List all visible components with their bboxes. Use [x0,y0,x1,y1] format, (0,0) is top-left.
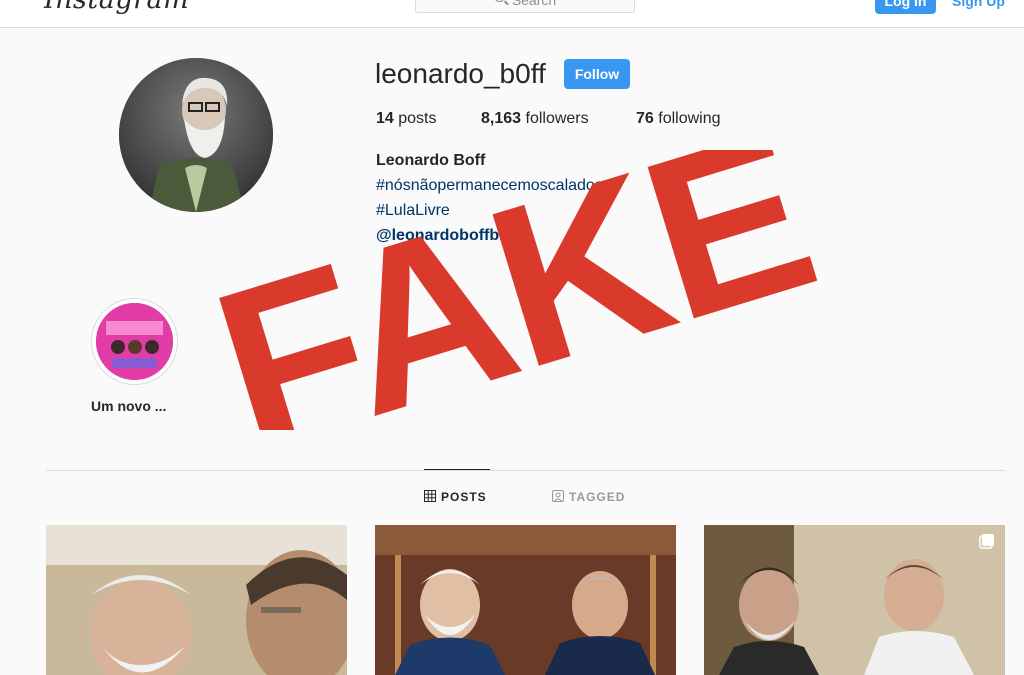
search-icon [493,0,505,2]
following-label: following [658,110,721,127]
photo-icon [704,525,1005,675]
followers-label: followers [525,110,589,127]
search-placeholder: Search [511,0,557,8]
highlight-cover-image [96,303,173,380]
post-thumbnail[interactable] [46,525,347,675]
story-highlight[interactable] [91,298,178,385]
fake-stamp-overlay: FAKE [188,80,838,500]
followers-stat[interactable]: 8,163 followers [481,110,589,128]
post-thumbnail[interactable] [704,525,1005,675]
grid-icon [424,490,436,505]
tab-posts[interactable]: POSTS [424,490,487,505]
posts-label: posts [398,110,437,127]
multiple-photos-icon [979,533,995,554]
highlight-cover [96,303,173,380]
posts-count: 14 [376,110,394,127]
fake-stamp: FAKE [190,80,836,500]
posts-stat: 14 posts [376,110,437,128]
tab-tagged[interactable]: TAGGED [552,490,625,505]
login-button[interactable]: Log In [875,0,936,14]
tagged-icon [552,490,564,505]
active-tab-indicator [424,469,490,470]
stamp-text: FAKE [190,150,836,430]
photo-icon [375,525,676,675]
following-count: 76 [636,110,654,127]
tab-posts-label: POSTS [441,490,487,504]
signup-link[interactable]: Sign Up [952,0,1005,9]
top-navigation-bar: Instagram Search Log In Sign Up [0,0,1024,28]
post-thumbnail[interactable] [375,525,676,675]
photo-icon [46,525,347,675]
tabs-divider [46,470,1005,471]
instagram-logo[interactable]: Instagram [44,0,189,15]
search-input[interactable]: Search [415,0,635,13]
followers-count: 8,163 [481,110,522,127]
following-stat[interactable]: 76 following [636,110,721,128]
profile-username: leonardo_b0ff [375,58,546,89]
follow-button[interactable]: Follow [564,59,630,89]
highlight-label: Um novo ... [91,398,167,414]
tab-tagged-label: TAGGED [569,490,626,504]
